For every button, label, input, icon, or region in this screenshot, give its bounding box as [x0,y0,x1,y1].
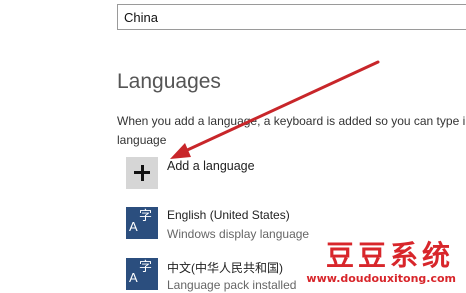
languages-description: When you add a language, a keyboard is a… [117,114,466,147]
languages-heading: Languages [117,70,221,93]
language-icon: A 字 [126,258,158,290]
plus-icon [126,157,158,189]
country-region-select[interactable]: China [117,4,466,30]
country-region-value: China [124,10,158,25]
add-language-button[interactable]: Add a language [126,157,326,191]
language-name: English (United States) [167,208,290,222]
language-status: Language pack installed [167,278,297,292]
add-language-label: Add a language [167,159,255,173]
watermark-brand: 豆豆系统 [325,239,454,272]
watermark: 豆豆系统 www.doudouxitong.com [306,234,460,290]
watermark-url: www.doudouxitong.com [306,272,456,285]
language-name: 中文(中华人民共和国) [167,261,283,275]
language-icon: A 字 [126,207,158,239]
language-status: Windows display language [167,227,310,241]
left-pane [0,0,96,292]
